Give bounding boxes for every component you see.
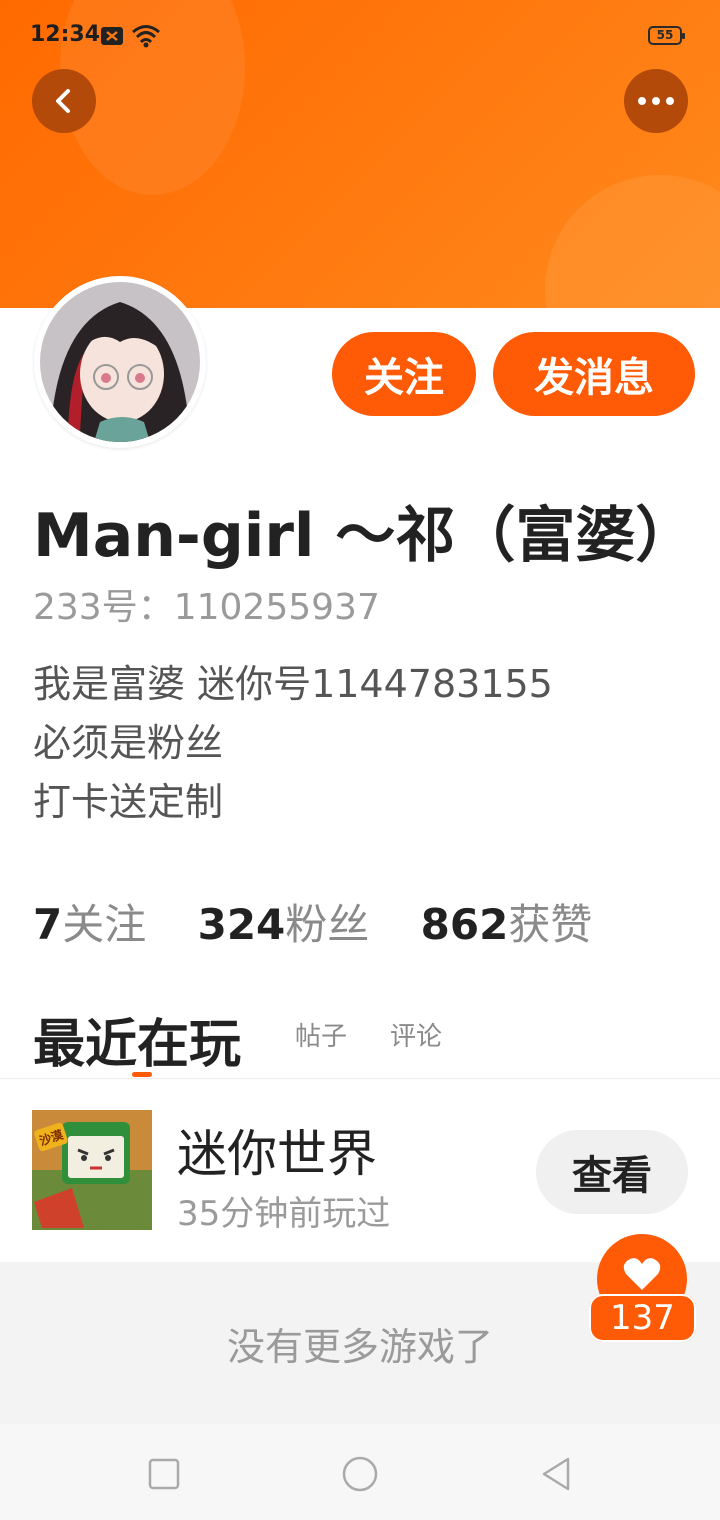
home-icon[interactable]	[340, 1454, 380, 1494]
view-game-button[interactable]: 查看	[536, 1130, 688, 1214]
game-last-played: 35分钟前玩过	[177, 1194, 391, 1234]
profile-uid: 233号：110255937	[33, 587, 380, 628]
follow-button[interactable]: 关注	[332, 332, 476, 416]
recents-icon[interactable]	[144, 1454, 184, 1494]
notification-icon	[100, 26, 124, 50]
battery-icon: 55	[648, 26, 685, 45]
stat-label: 关注	[62, 900, 147, 949]
system-nav-bar	[0, 1424, 720, 1520]
game-title: 迷你世界	[177, 1125, 377, 1183]
stat-likes[interactable]: 862获赞	[421, 891, 593, 952]
stat-count: 324	[197, 900, 286, 949]
message-button[interactable]: 发消息	[493, 332, 695, 416]
stat-label: 粉丝	[285, 900, 370, 949]
view-game-label: 查看	[572, 1153, 652, 1199]
bio-line: 我是富婆 迷你号1144783155	[33, 662, 553, 706]
avatar-image	[40, 282, 200, 442]
profile-stats: 7关注 324粉丝 862获赞	[33, 891, 630, 952]
profile-name: Man-girl ～祁（富婆）	[33, 501, 696, 571]
battery-level: 55	[656, 28, 674, 42]
tab-posts[interactable]: 帖子	[295, 1016, 347, 1053]
game-thumbnail[interactable]: 沙漠	[32, 1110, 152, 1230]
like-count: 137	[589, 1294, 696, 1342]
wifi-icon	[131, 23, 161, 53]
stat-following[interactable]: 7关注	[33, 891, 146, 952]
stat-count: 862	[420, 900, 509, 949]
more-dots-icon	[638, 97, 674, 105]
tab-indicator	[132, 1072, 152, 1077]
divider	[0, 1078, 720, 1079]
status-time: 12:34	[30, 22, 101, 47]
bio-line: 打卡送定制	[33, 780, 224, 824]
avatar[interactable]	[34, 276, 206, 448]
chevron-left-icon	[56, 89, 70, 113]
status-bar: 12:34 55	[0, 0, 720, 70]
stat-fans[interactable]: 324粉丝	[198, 891, 370, 952]
bio-line: 必须是粉丝	[33, 721, 224, 765]
stat-count: 7	[33, 900, 63, 949]
tab-recent-played[interactable]: 最近在玩	[33, 1002, 241, 1077]
back-button[interactable]	[32, 69, 96, 133]
tab-comments[interactable]: 评论	[390, 1016, 442, 1053]
profile-tabs: 最近在玩 帖子 评论	[33, 1002, 693, 1075]
more-button[interactable]	[624, 69, 688, 133]
back-nav-icon[interactable]	[536, 1454, 576, 1494]
follow-label: 关注	[364, 355, 444, 401]
heart-icon	[623, 1258, 661, 1290]
profile-bio: 我是富婆 迷你号1144783155 必须是粉丝 打卡送定制	[33, 655, 553, 832]
profile-page: 12:34 55 关注 发消息 Man-girl ～祁（富婆） 233号：110…	[0, 0, 720, 1520]
message-label: 发消息	[534, 355, 654, 401]
stat-label: 获赞	[508, 900, 593, 949]
